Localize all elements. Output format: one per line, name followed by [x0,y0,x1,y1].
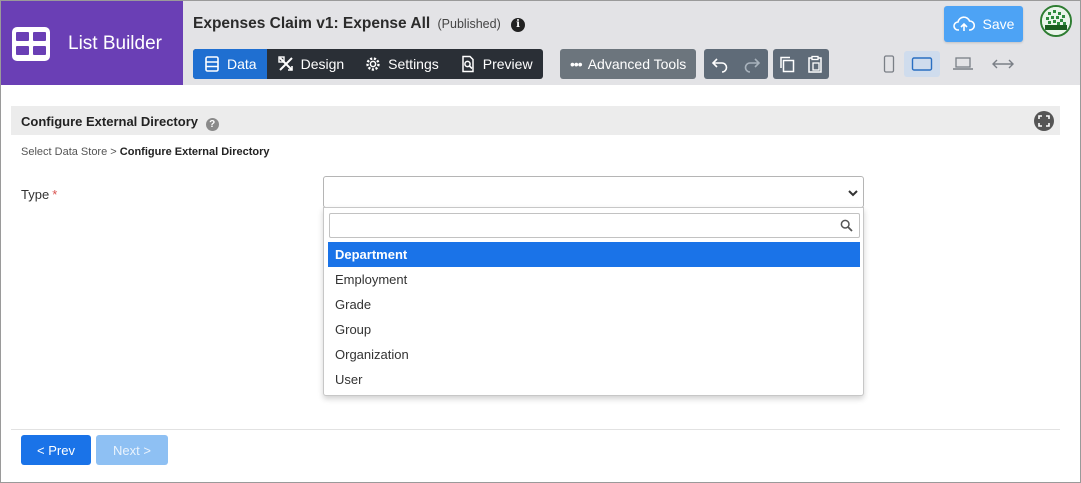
search-icon [840,219,853,232]
cloud-upload-icon [952,16,975,31]
paste-icon [808,55,822,73]
fit-width-icon [992,59,1014,69]
breadcrumb-separator: > [110,146,117,158]
form-title: Expenses Claim v1: Expense All (Publishe… [193,15,526,33]
tab-settings-label: Settings [388,56,439,72]
paste-button[interactable] [801,49,829,79]
section-header: Configure External Directory ? [11,106,1060,135]
database-icon [205,56,219,72]
fit-width-button[interactable] [985,51,1021,77]
list-grid-icon [12,27,50,61]
save-button[interactable]: Save [944,6,1023,42]
tab-design[interactable]: Design [267,49,355,79]
laptop-view-button[interactable] [945,51,981,77]
required-marker: * [52,187,58,202]
expand-icon [1038,115,1050,127]
gear-icon [366,57,380,71]
user-avatar-icon [1042,7,1070,35]
tab-preview[interactable]: Preview [449,49,543,79]
preview-doc-icon [462,55,474,73]
tablet-landscape-icon [911,57,933,71]
breadcrumb: Select Data Store > Configure External D… [21,146,270,158]
option-employment[interactable]: Employment [328,267,860,292]
tablet-view-button[interactable] [904,51,940,77]
copy-icon [780,56,795,73]
tab-data-label: Data [227,56,257,72]
option-grade[interactable]: Grade [328,292,860,317]
more-dots-icon: ••• [570,56,583,72]
tab-settings[interactable]: Settings [354,49,449,79]
chevron-down-icon [848,190,858,197]
tab-preview-label: Preview [482,56,533,72]
clipboard-group [773,49,829,79]
next-button[interactable]: Next > [96,435,168,465]
option-department[interactable]: Department [328,242,860,267]
publish-status: (Published) [437,17,501,31]
breadcrumb-parent[interactable]: Select Data Store [21,146,107,158]
type-label: Type * [21,187,57,202]
fullscreen-icon[interactable] [1034,111,1054,131]
undo-redo-group [704,49,768,79]
advanced-tools-inner: ••• Advanced Tools [560,49,696,79]
prev-button[interactable]: < Prev [21,435,91,465]
app-name: List Builder [68,33,162,54]
option-group[interactable]: Group [328,317,860,342]
breadcrumb-current: Configure External Directory [119,146,270,158]
tab-design-label: Design [300,56,345,72]
undo-button[interactable] [704,49,736,79]
tab-data[interactable]: Data [193,49,267,79]
type-dropdown: Department Employment Grade Group Organi… [323,207,864,396]
info-icon[interactable]: i [511,18,526,32]
type-select[interactable] [323,176,864,208]
footer-divider [11,429,1060,430]
save-label: Save [982,16,1015,32]
section-title-text: Configure External Directory [21,114,198,129]
brand-panel: List Builder [1,1,183,85]
redo-icon [744,58,761,73]
form-title-text: Expenses Claim v1: Expense All [193,15,431,32]
advanced-tools-label: Advanced Tools [587,56,687,72]
laptop-icon [953,57,973,70]
main-tabs: Data Design Settings Preview [193,49,543,79]
type-label-text: Type [21,187,50,202]
advanced-tools-button[interactable]: ••• Advanced Tools [560,49,697,79]
redo-button[interactable] [736,49,768,79]
undo-icon [711,58,728,73]
phone-icon [883,55,895,73]
top-bar: Expenses Claim v1: Expense All (Publishe… [183,1,1080,85]
dropdown-options: Department Employment Grade Group Organi… [328,242,860,392]
option-organization[interactable]: Organization [328,342,860,367]
dropdown-search-input[interactable] [329,213,860,238]
help-icon[interactable]: ? [205,118,219,131]
phone-view-button[interactable] [871,51,907,77]
copy-button[interactable] [773,49,801,79]
avatar[interactable] [1040,5,1072,37]
option-user[interactable]: User [328,367,860,392]
section-title: Configure External Directory ? [21,114,219,131]
design-tools-icon [277,56,293,71]
